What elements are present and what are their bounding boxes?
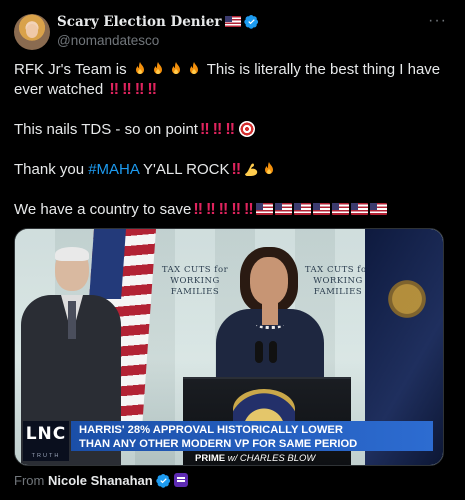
tweet-card: Scary Election Denier @nomandatesco ··· … [0, 0, 465, 500]
double-exclamation-icon: ‼ [193, 201, 203, 218]
microphones [251, 341, 281, 381]
tweet-text-line-3: This nails TDS - so on point ‼ ‼ ‼ [14, 120, 255, 140]
news-chyron: HARRIS' 28% APPROVAL HISTORICALLY LOWER … [71, 421, 433, 451]
tweet-text: Thank you [14, 161, 85, 178]
double-exclamation-icon: ‼ [231, 161, 242, 178]
network-logo-sub: TRUTH [23, 451, 69, 461]
author-handle[interactable]: @nomandatesco [57, 33, 159, 48]
double-exclamation-icon: ‼ [109, 81, 119, 98]
tweet-text: Y'ALL ROCK [142, 161, 230, 178]
us-flag-emoji-icon [255, 203, 273, 215]
author-name-text: Scary Election Denier [57, 14, 222, 30]
tweet-text-line-5: We have a country to save ‼ ‼ ‼ ‼ ‼ [14, 200, 388, 220]
verified-badge-icon [156, 473, 170, 488]
more-options-button[interactable]: ··· [428, 12, 447, 30]
double-exclamation-icon: ‼ [147, 81, 157, 98]
double-exclamation-icon: ‼ [218, 201, 229, 218]
tweet-text: RFK Jr's Team is [14, 61, 127, 78]
attribution-name-link[interactable]: Nicole Shanahan [48, 473, 153, 488]
tweet-text: ever watched [14, 81, 104, 98]
network-logo: LNC [23, 421, 69, 451]
show-prefix: PRIME [195, 453, 226, 464]
fire-emoji-icon [153, 62, 162, 74]
author-avatar[interactable] [14, 14, 50, 50]
chyron-line-2: THAN ANY OTHER MODERN VP FOR SAME PERIOD [79, 438, 358, 450]
us-flag-icon [225, 16, 242, 27]
tweet-text-line-4: Thank you #MAHA Y'ALL ROCK ‼ [14, 160, 278, 180]
tweet-media-video[interactable]: TAX CUTS for WORKING FAMILIES TAX CUTS f… [14, 228, 444, 466]
tweet-text-line-1: RFK Jr's Team is This is literally the b… [14, 60, 440, 80]
author-display-name[interactable]: Scary Election Denier [57, 14, 259, 30]
affiliate-badge-icon [173, 473, 188, 487]
double-exclamation-icon: ‼ [122, 81, 132, 98]
us-flag-emoji-icon [331, 203, 349, 215]
fire-emoji-icon [189, 62, 198, 74]
double-exclamation-icon: ‼ [231, 201, 241, 218]
us-flag-emoji-icon [274, 203, 292, 215]
tweet-text: This nails TDS - so on point [14, 121, 198, 138]
show-name: PRIME w/ CHARLES BLOW [195, 453, 315, 465]
media-attribution: From Nicole Shanahan [14, 473, 188, 488]
us-flag-emoji-icon [350, 203, 368, 215]
us-flag-emoji-icon [369, 203, 387, 215]
verified-badge-icon [244, 14, 259, 29]
fire-emoji-icon [171, 62, 180, 74]
us-flag-emoji-icon [293, 203, 311, 215]
fire-emoji-icon [265, 162, 274, 174]
double-exclamation-icon: ‼ [134, 81, 145, 98]
hashtag-link[interactable]: #MAHA [88, 161, 139, 178]
fire-emoji-icon [135, 62, 144, 74]
direct-hit-target-icon [239, 121, 255, 137]
from-label: From [14, 473, 45, 488]
show-suffix: w/ CHARLES BLOW [227, 453, 316, 464]
news-lower-third: LNC TRUTH HARRIS' 28% APPROVAL HISTORICA… [15, 417, 443, 465]
flexed-biceps-icon [245, 163, 258, 176]
double-exclamation-icon: ‼ [199, 121, 210, 138]
double-exclamation-icon: ‼ [225, 121, 235, 138]
chyron-line-1: HARRIS' 28% APPROVAL HISTORICALLY LOWER [79, 424, 343, 436]
tweet-text: This is literally the best thing I have [206, 61, 441, 78]
double-exclamation-icon: ‼ [244, 201, 254, 218]
us-flag-emoji-icon [312, 203, 330, 215]
tweet-text: We have a country to save [14, 201, 192, 218]
double-exclamation-icon: ‼ [206, 201, 216, 218]
double-exclamation-icon: ‼ [212, 121, 223, 138]
tweet-text-line-2: ever watched ‼ ‼ ‼ ‼ [14, 80, 158, 100]
